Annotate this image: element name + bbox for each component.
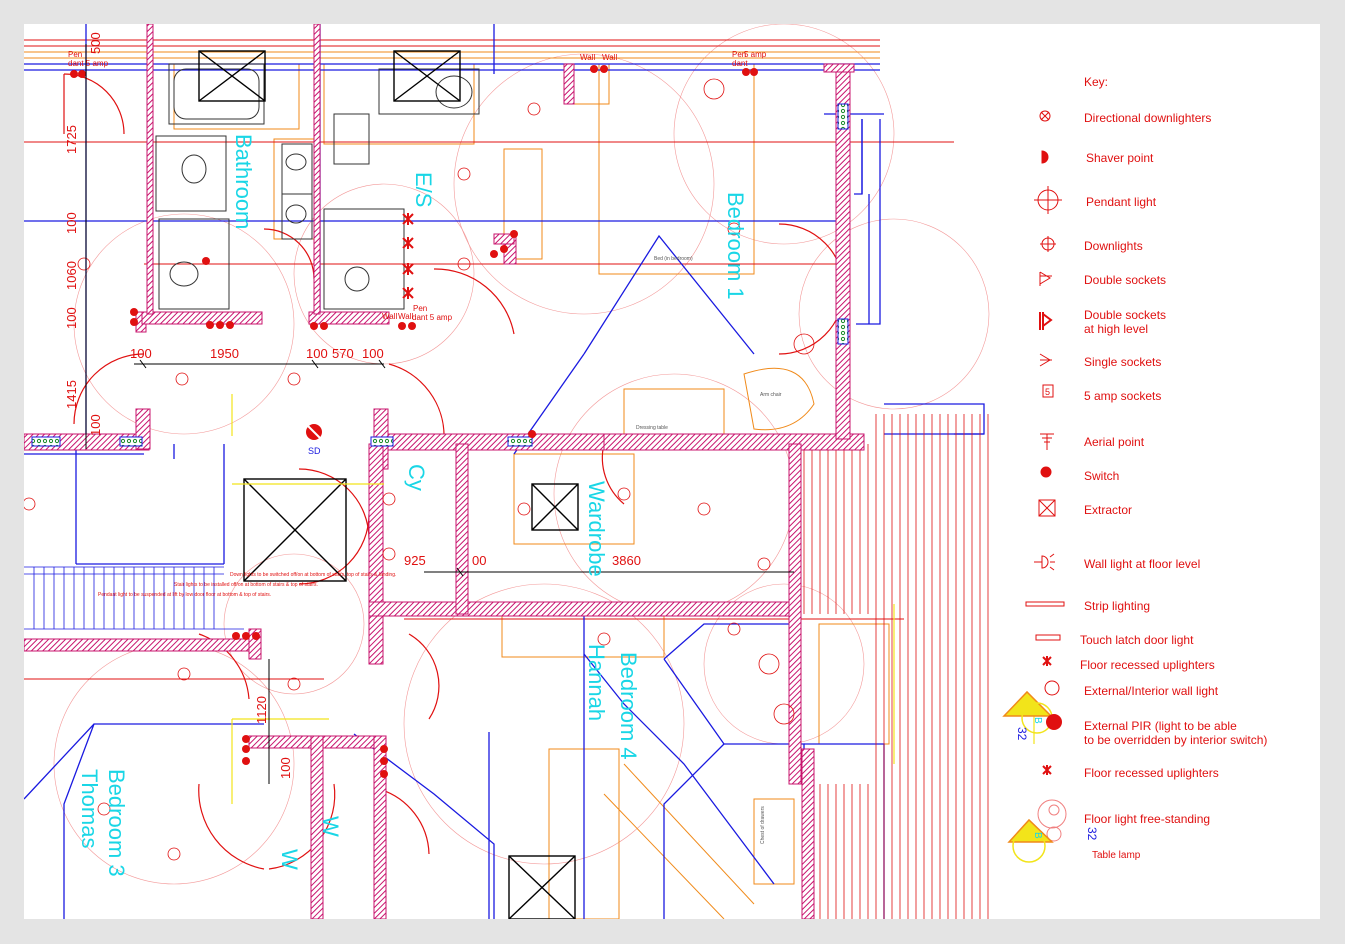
dim-100b: 100 — [64, 307, 79, 329]
dim-00: 00 — [472, 553, 486, 568]
room-bedroom1: Bedroom 1 — [723, 192, 748, 300]
key-label: Directional downlighters — [1084, 111, 1212, 125]
dim-1060: 1060 — [64, 261, 79, 290]
smoke-detector-label: SD — [308, 446, 321, 456]
dim-925: 925 — [404, 553, 426, 568]
dim-1415: 1415 — [64, 380, 79, 409]
key-row: Double sockets at high level — [1024, 305, 1314, 336]
key-row: Wall light at floor level — [1024, 554, 1314, 576]
room-hannah: Hannah — [584, 644, 609, 721]
room-en-suite: E/S — [411, 172, 436, 207]
room-wardrobe: Wardrobe — [584, 481, 609, 577]
key-label: Aerial point — [1084, 435, 1145, 449]
label-dant-top: dant — [732, 59, 748, 68]
drawing-sheet: 500 1725 100 1060 100 1415 100 100 1950 … — [24, 24, 1320, 919]
room-bedroom4: Bedroom 4 — [616, 652, 641, 760]
key-row: Pendant light — [1024, 192, 1314, 214]
key-label: Single sockets — [1084, 355, 1162, 369]
room-w2: W — [277, 849, 302, 870]
key-title: Key: — [1084, 75, 1109, 89]
room-bedroom3: Bedroom 3 — [104, 769, 129, 877]
dim-1120: 1120 — [254, 696, 269, 724]
key-row: External PIR (light to be able to be ove… — [1024, 716, 1314, 747]
key-row: Floor recessed uplighters — [1024, 763, 1314, 785]
key-label: 5 amp sockets — [1084, 389, 1162, 403]
label-dressing-table: Dressing table — [636, 425, 668, 431]
key-row: Directional downlighters — [1024, 108, 1314, 130]
key-row: Extractor — [1024, 500, 1314, 522]
key-label: Strip lighting — [1084, 599, 1151, 613]
key-label: Floor light free-standing — [1084, 812, 1211, 826]
label-pen-mid: Pen — [413, 304, 427, 313]
key-label: Wall light at floor level — [1084, 557, 1201, 571]
key-label: Switch — [1084, 469, 1120, 483]
key-row: Downlights — [1024, 236, 1314, 258]
label-stair-note2: Stair lights to be installed off/on at b… — [174, 582, 318, 588]
dim-500: 500 — [88, 32, 103, 54]
dim-row-1950: 1950 — [210, 346, 239, 361]
key-label: Downlights — [1084, 239, 1143, 253]
label-bed-dims: Bed (in bedroom) — [654, 256, 693, 262]
label-pendant-a: Pen — [68, 50, 82, 59]
label-stair-note3: Down lights to be switched off/on at bot… — [230, 572, 396, 578]
key-row: Floor recessed uplighters — [1024, 655, 1314, 677]
furniture-labels: Dressing table Arm chair Chest of drawer… — [636, 256, 782, 844]
label-stair-note1: Pendant light to be suspended at lift by… — [98, 592, 271, 598]
dim-100d: 100 — [278, 757, 293, 779]
dim-row-100c: 100 — [362, 346, 384, 361]
key-label: Touch latch door light — [1080, 633, 1194, 647]
key-row: Switch — [1024, 466, 1314, 488]
deck-stripes — [803, 414, 989, 919]
label-arm-chair: Arm chair — [760, 392, 782, 398]
key-row: 5 amp sockets — [1024, 386, 1314, 408]
room-thomas: Thomas — [77, 769, 102, 848]
key-label: Pendant light — [1086, 195, 1157, 209]
table-lamp-label: Table lamp — [1092, 850, 1141, 861]
dim-100a: 100 — [64, 212, 79, 234]
key-row: External/Interior wall light — [1024, 681, 1314, 703]
label-wall-top: Wall — [580, 53, 595, 62]
key-row: Double sockets — [1024, 270, 1314, 292]
smoke-detector-icon — [305, 423, 323, 441]
key-label: Shaver point — [1086, 151, 1154, 165]
key-row: Single sockets — [1024, 352, 1314, 374]
room-w1: W — [318, 816, 343, 837]
key-row: Strip lighting — [1024, 596, 1314, 618]
room-bathroom: Bathroom — [231, 134, 256, 229]
key-row: Touch latch door light — [1024, 630, 1314, 652]
label-pendant-b: dant 5 amp — [68, 59, 109, 68]
key-label: Floor recessed uplighters — [1084, 766, 1219, 780]
dim-row-100a: 100 — [130, 346, 152, 361]
dim-100c: 100 — [88, 414, 103, 436]
walls — [24, 24, 865, 919]
dim-1725: 1725 — [64, 125, 79, 154]
label-dant-mid: dant 5 amp — [412, 313, 453, 322]
key-row: Floor light free-standing — [1024, 809, 1314, 831]
floor-light-letter: B — [1032, 832, 1043, 839]
key-label: External/Interior wall light — [1084, 684, 1219, 698]
label-wall-mid: Wall — [382, 312, 397, 321]
dim-row-570: 570 — [332, 346, 354, 361]
key-label: Extractor — [1084, 503, 1133, 517]
key-label: External PIR (light to be able to be ove… — [1084, 719, 1268, 747]
key-row: Aerial point — [1024, 432, 1314, 454]
key-label: Double sockets — [1084, 273, 1167, 287]
dim-row-100b: 100 — [306, 346, 328, 361]
label-wall-b: Wall — [602, 53, 617, 62]
stair-treads — [24, 566, 244, 630]
key-label: Double sockets at high level — [1084, 308, 1167, 336]
room-cupboard: Cy — [404, 464, 429, 491]
key-row: Shaver point — [1024, 148, 1314, 170]
label-chest-drawers: Chest of drawers — [760, 806, 766, 844]
label-amp-top: 5 amp — [744, 50, 767, 59]
key-label: Floor recessed uplighters — [1080, 658, 1215, 672]
dim-3860: 3860 — [612, 553, 641, 568]
room-names: Bathroom E/S Bedroom 1 Cy Wardrobe Bedro… — [77, 134, 748, 877]
